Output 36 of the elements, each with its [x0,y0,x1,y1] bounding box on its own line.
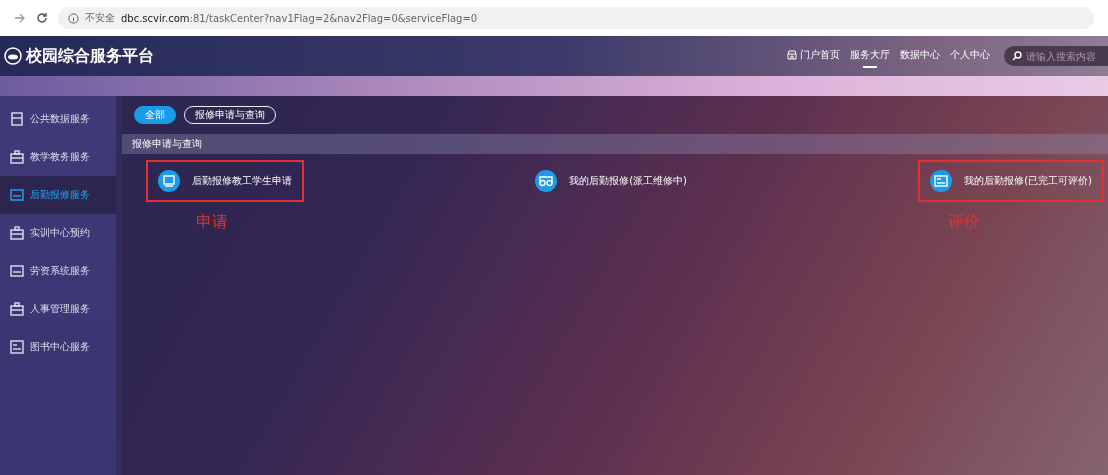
sidebar-item[interactable]: 公共数据服务 [0,100,116,138]
info-icon [68,12,79,24]
section-header: 报修申请与查询 [122,134,1108,154]
sidebar-item[interactable]: 劳资系统服务 [0,252,116,290]
nav-tab[interactable]: 数据中心 [900,44,940,68]
forward-icon[interactable] [14,12,26,24]
annotation-label: 申请 [196,212,228,233]
nav-tab[interactable]: 门户首页 [787,44,840,68]
briefcase-icon [10,150,24,164]
glasses-icon [535,170,558,192]
logo-icon [4,47,22,65]
card-icon [10,264,24,278]
briefcase-icon [10,226,24,240]
service-link[interactable]: 我的后勤报修(已完工可评价) [918,160,1104,202]
briefcase-icon [10,302,24,316]
sidebar-item[interactable]: 图书中心服务 [0,328,116,366]
search-field[interactable]: 请输入搜索内容 [1004,46,1108,66]
sidebar-item[interactable]: 人事管理服务 [0,290,116,328]
address-bar[interactable]: 不安全 dbc.scvir.com:81/taskCenter?nav1Flag=2&nav2Flag=0&serviceFlag=0 [58,7,1094,29]
id-card-icon [10,340,24,354]
service-link[interactable]: 后勤报修教工学生申请 [146,160,304,202]
reload-icon[interactable] [36,12,48,24]
monitor-icon [158,170,180,192]
id-card-icon [930,170,953,192]
annotation-label: 评价 [948,212,981,233]
sidebar-item[interactable]: 后勤报修服务 [0,176,116,214]
site-title: 校园综合服务平台 [26,45,154,67]
nav-tab[interactable]: 个人中心 [950,44,990,68]
service-link[interactable]: 我的后勤报修(派工维修中) [523,160,699,202]
url-text: dbc.scvir.com:81/taskCenter?nav1Flag=2&nav2Flag=0&serviceFlag=0 [121,12,478,24]
sidebar-item[interactable]: 实训中心预约 [0,214,116,252]
security-label: 不安全 [85,11,115,25]
card-icon [10,188,24,202]
sidebar-item[interactable]: 教学教务服务 [0,138,116,176]
store-icon [787,50,797,60]
search-icon [1012,51,1022,61]
